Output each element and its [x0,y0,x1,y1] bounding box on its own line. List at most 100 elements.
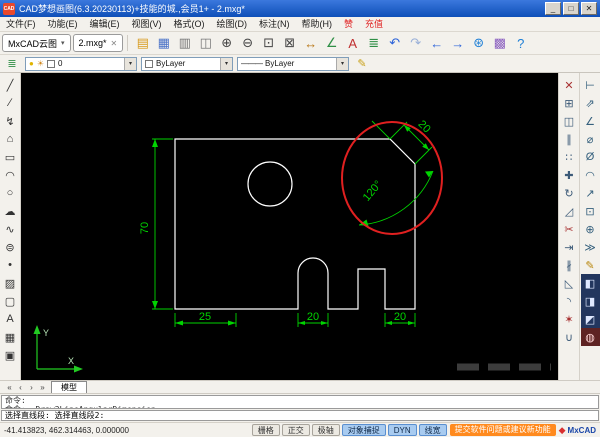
plot-icon[interactable]: ▥ [174,33,195,54]
chevron-down-icon[interactable]: ▾ [336,57,348,70]
web-icon[interactable]: ⊛ [468,33,489,54]
block-icon[interactable]: ▣ [1,346,20,364]
menu-like[interactable]: 赞 [338,18,359,31]
rectangle-icon[interactable]: ▭ [1,148,20,166]
chevron-down-icon[interactable]: ▾ [220,57,232,70]
dim-style-icon[interactable]: ✎ [581,256,600,274]
view-sw-iso-icon[interactable]: ◧ [580,274,600,292]
menu-file[interactable]: 文件(F) [0,18,42,31]
move-icon[interactable]: ✚ [560,166,579,184]
view-ne-iso-icon[interactable]: ◩ [580,310,600,328]
dyn-toggle[interactable]: DYN [387,424,417,436]
feedback-button[interactable]: 提交软件问题或建议新功能 [449,424,556,436]
highlight-red-circle[interactable] [341,121,443,235]
view-se-iso-icon[interactable]: ◨ [580,292,600,310]
back-icon[interactable]: ← [426,33,447,54]
minimize-button[interactable]: _ [545,2,561,15]
copy-icon[interactable]: ⊞ [560,94,579,112]
ellipse-icon[interactable]: ⊜ [1,238,20,256]
grid-toggle[interactable]: 栅格 [251,424,280,436]
dimension-lines[interactable] [152,120,434,327]
chevron-down-icon[interactable]: ▾ [124,57,136,70]
xline-icon[interactable]: ∕ [1,94,20,112]
undo-icon[interactable]: ↶ [384,33,405,54]
dim-arc-icon[interactable]: ◠ [581,166,600,184]
menu-format[interactable]: 格式(O) [168,18,211,31]
dim-angular-icon[interactable]: ∠ [581,112,600,130]
sheet-first-icon[interactable]: « [4,382,15,393]
erase-icon[interactable]: ✕ [560,76,579,94]
leader-icon[interactable]: ↗ [581,184,600,202]
part-hole-circle[interactable] [247,161,293,207]
rotate-icon[interactable]: ↻ [560,184,579,202]
pan-icon[interactable]: ↔ [300,33,321,54]
lineweight-toggle[interactable]: 线宽 [418,424,447,436]
menu-function[interactable]: 功能(E) [42,18,84,31]
line-icon[interactable]: ╱ [1,76,20,94]
sheet-next-icon[interactable]: › [26,382,37,393]
zoom-out-icon[interactable]: ⊖ [237,33,258,54]
offset-icon[interactable]: ∥ [560,130,579,148]
tolerance-icon[interactable]: ⊡ [581,202,600,220]
dim-linear-icon[interactable]: ⊢ [581,76,600,94]
menu-recharge[interactable]: 充值 [359,18,389,31]
zoom-extents-icon[interactable]: ⊠ [279,33,300,54]
render-icon[interactable]: ◍ [580,328,600,346]
mtext-icon[interactable]: A [1,310,20,328]
close-button[interactable]: ✕ [581,2,597,15]
command-input[interactable]: 选择直线段: 选择直线段2: [1,410,599,421]
zoom-window-icon[interactable]: ⊡ [258,33,279,54]
hatch-icon[interactable]: ▨ [1,274,20,292]
polyline-icon[interactable]: ↯ [1,112,20,130]
part-outline[interactable] [174,138,416,310]
dim-radius-icon[interactable]: ⌀ [581,130,600,148]
dim-aligned-icon[interactable]: ⇗ [581,94,600,112]
linetype-combo[interactable]: ——— ByLayer ▾ [237,56,349,71]
text-tool-icon[interactable]: A [342,33,363,54]
help-icon[interactable]: ? [510,33,531,54]
layer-bulb-icon[interactable]: ● [29,59,34,68]
fillet-icon[interactable]: ◝ [560,292,579,310]
document-tab[interactable]: 2.mxg* ✕ [72,34,124,52]
mirror-icon[interactable]: ◫ [560,112,579,130]
redo-icon[interactable]: ↷ [405,33,426,54]
dim-diameter-icon[interactable]: Ø [581,148,600,166]
menu-draw[interactable]: 绘图(D) [211,18,254,31]
scale-icon[interactable]: ◿ [560,202,579,220]
save-icon[interactable]: ▦ [153,33,174,54]
join-icon[interactable]: ∪ [560,328,579,346]
layer-combo[interactable]: ● ☀ 0 ▾ [25,56,137,71]
circle-icon[interactable]: ○ [1,184,20,202]
drawing-canvas[interactable]: 70 25 20 20 20 120° Y X [21,73,558,380]
center-mark-icon[interactable]: ⊕ [581,220,600,238]
palette-icon[interactable]: ▩ [489,33,510,54]
layers-icon[interactable]: ≣ [363,33,384,54]
sheet-last-icon[interactable]: » [37,382,48,393]
extend-icon[interactable]: ⇥ [560,238,579,256]
menu-dimension[interactable]: 标注(N) [253,18,296,31]
polygon-icon[interactable]: ⌂ [1,130,20,148]
tab-close-icon[interactable]: ✕ [111,39,118,48]
chevron-down-icon[interactable]: ▾ [61,39,65,47]
dim-continue-icon[interactable]: ≫ [581,238,600,256]
explode-icon[interactable]: ✶ [560,310,579,328]
table-icon[interactable]: ▦ [1,328,20,346]
menu-edit[interactable]: 编辑(E) [84,18,126,31]
trim-icon[interactable]: ✂ [560,220,579,238]
break-icon[interactable]: ∦ [560,256,579,274]
measure-icon[interactable]: ∠ [321,33,342,54]
color-combo[interactable]: ByLayer ▾ [141,56,233,71]
layer-sun-icon[interactable]: ☀ [37,59,44,68]
array-icon[interactable]: ∷ [560,148,579,166]
app-tab[interactable]: MxCAD云图 ▾ [2,34,71,52]
zoom-in-icon[interactable]: ⊕ [216,33,237,54]
arc-icon[interactable]: ◠ [1,166,20,184]
maximize-button[interactable]: □ [563,2,579,15]
sheet-prev-icon[interactable]: ‹ [15,382,26,393]
menu-view[interactable]: 视图(V) [126,18,168,31]
forward-icon[interactable]: → [447,33,468,54]
osnap-toggle[interactable]: 对象捕捉 [341,424,386,436]
match-properties-icon[interactable]: ✎ [353,57,371,70]
model-tab[interactable]: 模型 [51,381,87,393]
layer-manager-icon[interactable]: ≣ [3,57,21,70]
